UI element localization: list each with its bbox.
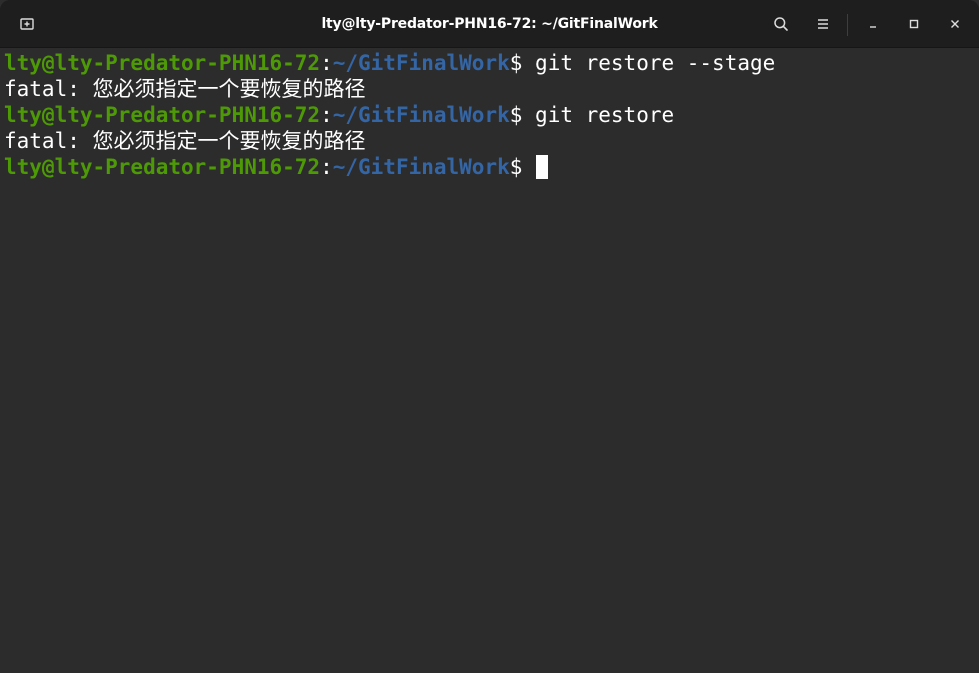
text-cursor [536,155,549,179]
prompt-colon: : [320,51,333,75]
terminal-scrollbar[interactable] [971,55,975,667]
maximize-button[interactable] [899,9,929,39]
command-text: git restore [535,103,675,127]
menu-button[interactable] [808,9,838,39]
prompt-symbol: $ [509,103,536,127]
prompt-symbol: $ [509,51,536,75]
prompt-colon: : [320,103,333,127]
close-button[interactable] [940,9,970,39]
prompt-user-host: lty@lty-Predator-PHN16-72 [4,103,321,127]
hamburger-menu-icon [818,19,828,29]
minimize-icon [870,26,876,28]
prompt-path: ~/GitFinalWork [332,51,510,75]
close-icon [951,20,959,28]
prompt-colon: : [320,155,333,179]
prompt-line: lty@lty-Predator-PHN16-72:~/GitFinalWork… [4,102,964,128]
titlebar-separator [847,14,848,36]
prompt-user-host: lty@lty-Predator-PHN16-72 [4,51,321,75]
terminal-output[interactable]: lty@lty-Predator-PHN16-72:~/GitFinalWork… [4,50,964,670]
titlebar: lty@lty-Predator-PHN16-72: ~/GitFinalWor… [0,0,979,48]
prompt-path: ~/GitFinalWork [332,155,510,179]
prompt-user-host: lty@lty-Predator-PHN16-72 [4,155,321,179]
prompt-symbol: $ [509,155,536,179]
maximize-icon [909,19,919,29]
prompt-line: lty@lty-Predator-PHN16-72:~/GitFinalWork… [4,50,964,76]
minimize-button[interactable] [858,9,888,39]
search-button[interactable] [766,9,796,39]
terminal-window: lty@lty-Predator-PHN16-72: ~/GitFinalWor… [0,0,979,673]
search-icon [774,17,788,31]
command-text: git restore --stage [535,51,776,75]
output-line: fatal: 您必须指定一个要恢复的路径 [4,129,366,153]
output-line: fatal: 您必须指定一个要恢复的路径 [4,77,366,101]
prompt-path: ~/GitFinalWork [332,103,510,127]
prompt-line: lty@lty-Predator-PHN16-72:~/GitFinalWork… [4,154,964,180]
